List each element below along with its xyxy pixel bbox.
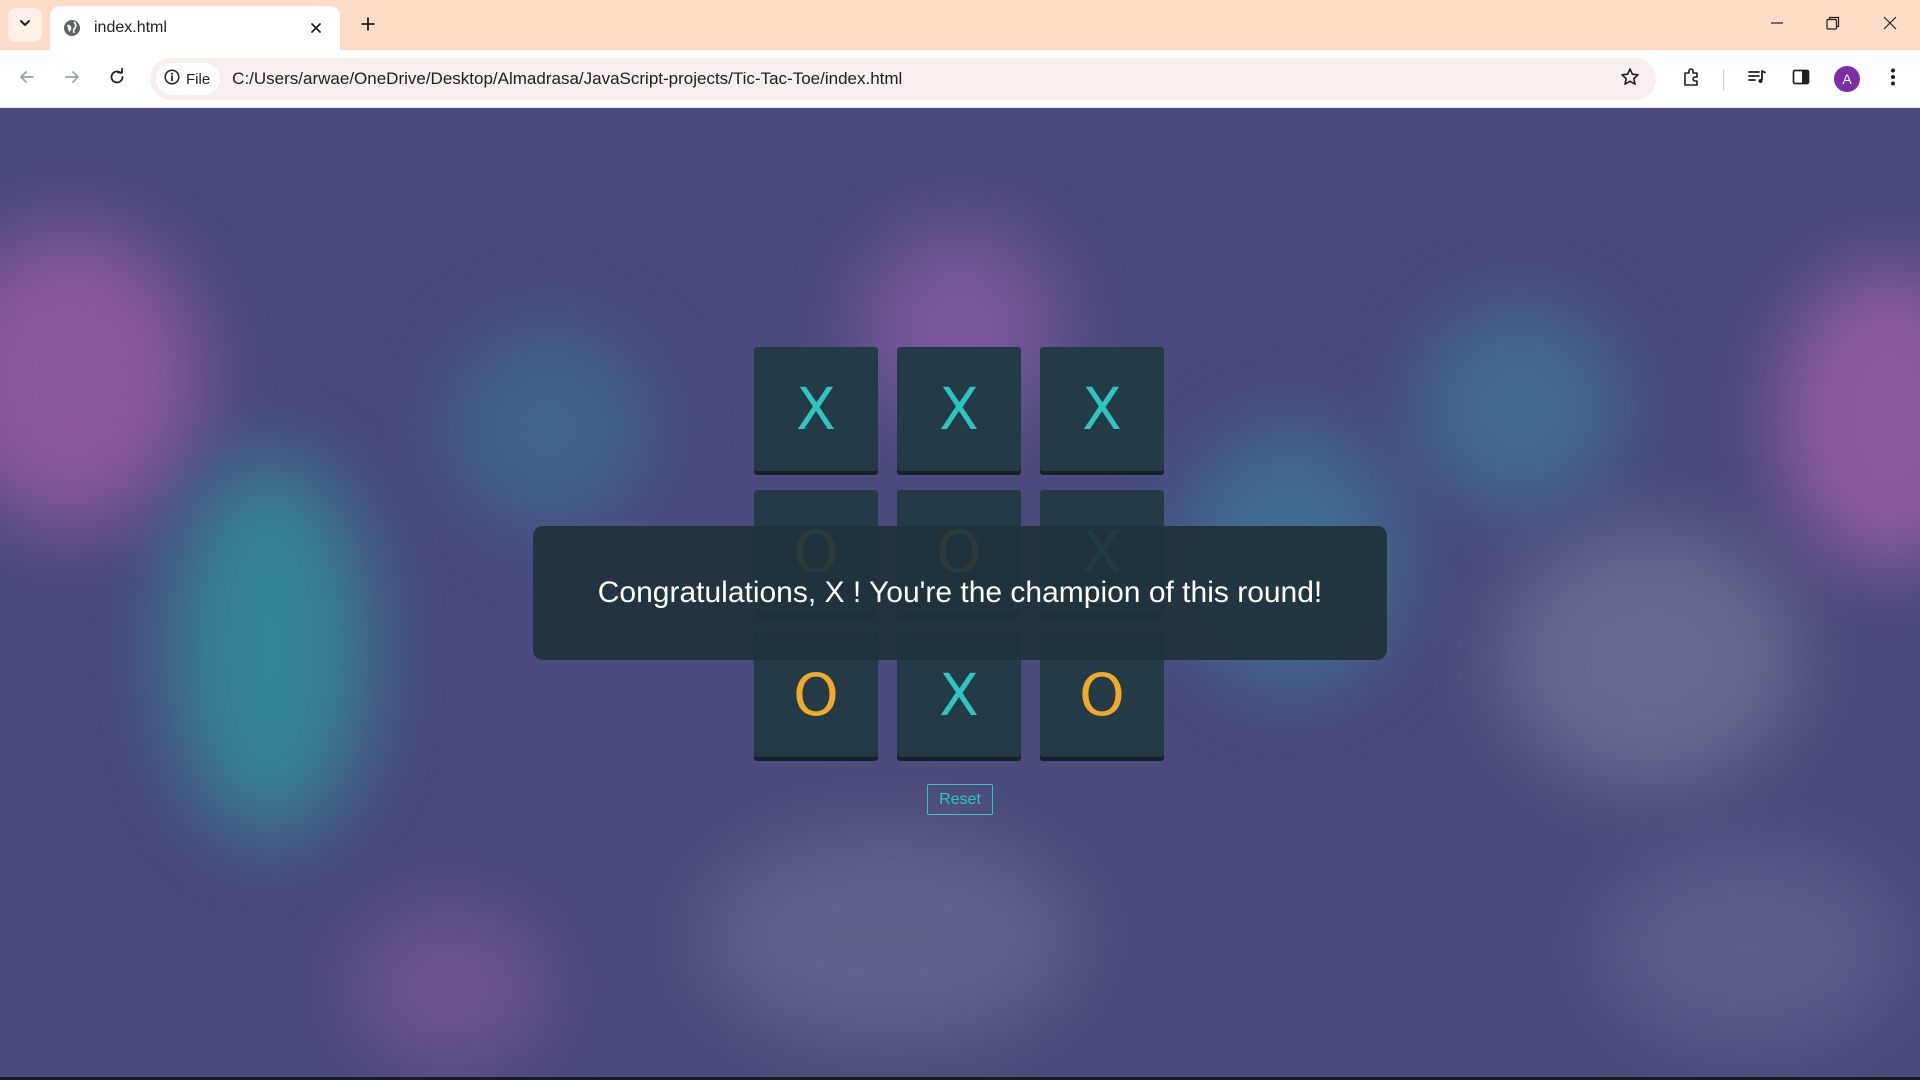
background-blob xyxy=(350,908,550,1068)
reload-icon xyxy=(108,67,126,91)
close-icon xyxy=(1883,16,1897,35)
side-panel-icon xyxy=(1791,67,1811,92)
tab-strip: index.html xyxy=(0,0,1920,50)
media-control-button[interactable] xyxy=(1739,61,1775,97)
new-tab-button[interactable] xyxy=(352,10,384,42)
tab-search-button[interactable] xyxy=(8,8,42,42)
restore-icon xyxy=(1826,16,1840,35)
close-icon[interactable] xyxy=(304,16,328,40)
restore-button[interactable] xyxy=(1805,0,1861,50)
profile-button[interactable]: A xyxy=(1829,61,1865,97)
close-window-button[interactable] xyxy=(1862,0,1918,50)
browser-toolbar: File C:/Users/arwae/OneDrive/Desktop/Alm… xyxy=(0,50,1920,108)
board-cell[interactable]: X xyxy=(1040,347,1164,471)
url-text[interactable]: C:/Users/arwae/OneDrive/Desktop/Almadras… xyxy=(232,69,1612,89)
globe-icon xyxy=(62,18,82,38)
reload-button[interactable] xyxy=(99,61,135,97)
bookmark-button[interactable] xyxy=(1612,61,1648,97)
star-icon xyxy=(1620,67,1640,92)
side-panel-button[interactable] xyxy=(1783,61,1819,97)
tab-title: index.html xyxy=(94,19,167,36)
page-viewport: X X X O O X O X O Congratulations, X ! Y… xyxy=(0,108,1920,1077)
board-cell[interactable]: X xyxy=(754,347,878,471)
extensions-button[interactable] xyxy=(1673,61,1709,97)
minimize-button[interactable] xyxy=(1749,0,1805,50)
puzzle-icon xyxy=(1681,67,1701,92)
arrow-right-icon xyxy=(63,68,81,91)
media-queue-icon xyxy=(1747,67,1767,92)
background-blob xyxy=(1600,848,1900,1048)
background-blob xyxy=(700,828,1080,1048)
toolbar-divider xyxy=(1723,70,1724,90)
background-blob xyxy=(450,328,650,528)
menu-button[interactable] xyxy=(1875,61,1911,97)
avatar: A xyxy=(1834,66,1860,92)
back-button[interactable] xyxy=(9,61,45,97)
minimize-icon xyxy=(1770,16,1784,35)
background-blob xyxy=(0,228,200,528)
site-chip-label: File xyxy=(186,70,211,88)
background-blob xyxy=(170,458,370,838)
winner-message-overlay: Congratulations, X ! You're the champion… xyxy=(533,526,1387,660)
background-blob xyxy=(1420,308,1620,508)
browser-tab[interactable]: index.html xyxy=(50,6,340,50)
winner-message: Congratulations, X ! You're the champion… xyxy=(597,576,1323,609)
reset-button[interactable]: Reset xyxy=(927,784,993,815)
address-bar[interactable]: File C:/Users/arwae/OneDrive/Desktop/Alm… xyxy=(150,58,1656,100)
forward-button[interactable] xyxy=(54,61,90,97)
chevron-down-icon xyxy=(18,16,32,35)
board-cell[interactable]: X xyxy=(897,347,1021,471)
arrow-left-icon xyxy=(18,68,36,91)
background-blob xyxy=(1500,528,1800,788)
plus-icon xyxy=(360,16,376,37)
site-info-chip[interactable]: File xyxy=(156,63,221,95)
info-icon xyxy=(164,68,180,90)
more-vert-icon xyxy=(1890,67,1896,92)
background-blob xyxy=(1780,268,1920,568)
